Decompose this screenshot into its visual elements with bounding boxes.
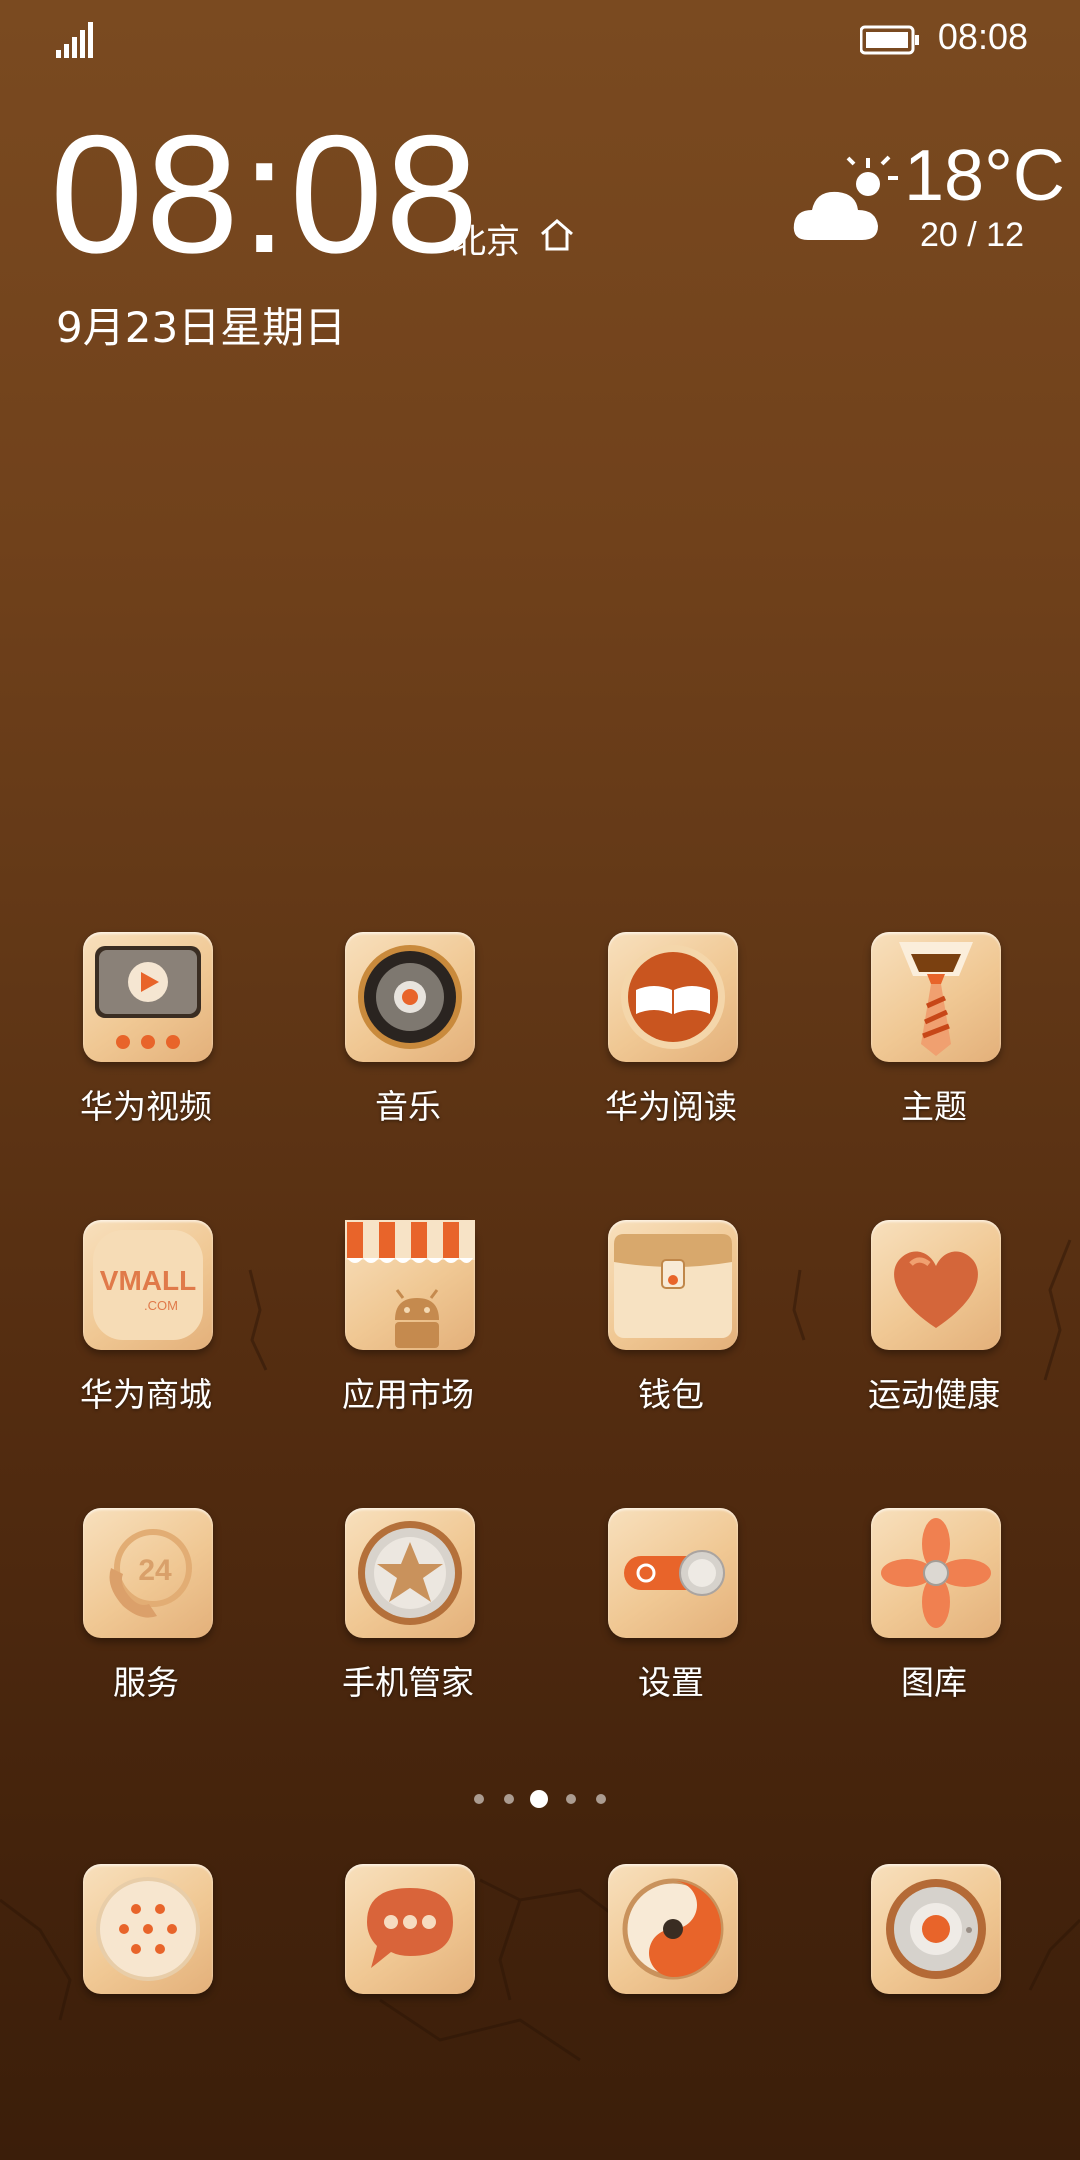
app-appgallery[interactable]: 应用市场 bbox=[308, 1220, 508, 1460]
dock-app-dialer[interactable] bbox=[46, 1864, 246, 2104]
page-dot-active[interactable] bbox=[530, 1790, 548, 1808]
app-label: 应用市场 bbox=[342, 1375, 474, 1414]
vmall-brand-text: VMALL bbox=[100, 1265, 196, 1296]
page-dot[interactable] bbox=[474, 1794, 484, 1804]
app-label: 华为阅读 bbox=[605, 1087, 737, 1126]
phone-manager-icon bbox=[358, 1521, 462, 1625]
app-label: 华为视频 bbox=[80, 1087, 212, 1126]
video-icon bbox=[95, 946, 201, 1049]
service-icon: 24 bbox=[109, 1529, 192, 1618]
app-settings[interactable]: 设置 bbox=[571, 1508, 771, 1748]
appstore-icon bbox=[345, 1220, 475, 1348]
dialer-icon bbox=[96, 1877, 200, 1981]
app-huawei-reading[interactable]: 华为阅读 bbox=[571, 932, 771, 1172]
music-icon bbox=[358, 945, 462, 1049]
status-bar: 08:08 bbox=[0, 0, 1080, 80]
app-music[interactable]: 音乐 bbox=[308, 932, 508, 1172]
page-dot[interactable] bbox=[504, 1794, 514, 1804]
book-icon bbox=[621, 945, 725, 1049]
app-label: 运动健康 bbox=[868, 1375, 1000, 1414]
vmall-domain-text: .COM bbox=[144, 1298, 178, 1313]
app-label: 钱包 bbox=[638, 1375, 704, 1414]
gallery-icon bbox=[881, 1518, 991, 1628]
browser-icon bbox=[622, 1878, 724, 1980]
app-label: 音乐 bbox=[375, 1087, 441, 1126]
heart-icon bbox=[894, 1251, 978, 1328]
page-dot[interactable] bbox=[566, 1794, 576, 1804]
dock-app-camera[interactable] bbox=[834, 1864, 1034, 2104]
vmall-icon: VMALL .COM bbox=[93, 1230, 203, 1340]
page-dot[interactable] bbox=[596, 1794, 606, 1804]
app-phone-manager[interactable]: 手机管家 bbox=[308, 1508, 508, 1748]
app-service[interactable]: 24 服务 bbox=[46, 1508, 246, 1748]
service-number: 24 bbox=[138, 1554, 172, 1587]
app-label: 服务 bbox=[113, 1663, 179, 1702]
app-health[interactable]: 运动健康 bbox=[834, 1220, 1034, 1460]
clock-widget-time[interactable]: 08:08 bbox=[50, 110, 480, 278]
theme-icon bbox=[899, 942, 973, 1056]
status-time: 08:08 bbox=[937, 16, 1028, 57]
app-label: 设置 bbox=[638, 1663, 704, 1702]
app-vmall[interactable]: VMALL .COM 华为商城 bbox=[46, 1220, 246, 1460]
weather-range: 20 / 12 bbox=[920, 216, 1024, 254]
clock-date: 9月23日星期日 bbox=[56, 303, 347, 352]
home-icon bbox=[541, 219, 573, 251]
app-label: 华为商城 bbox=[80, 1375, 212, 1414]
camera-icon bbox=[886, 1879, 986, 1979]
app-theme[interactable]: 主题 bbox=[834, 932, 1034, 1172]
app-wallet[interactable]: 钱包 bbox=[571, 1220, 771, 1460]
battery-icon bbox=[860, 25, 919, 55]
weather-temperature[interactable]: 18°C bbox=[904, 140, 1065, 212]
partly-cloudy-icon[interactable] bbox=[790, 150, 900, 250]
settings-icon bbox=[624, 1550, 725, 1596]
app-huawei-video[interactable]: 华为视频 bbox=[46, 932, 246, 1172]
messages-icon bbox=[367, 1888, 453, 1968]
app-gallery[interactable]: 图库 bbox=[834, 1508, 1034, 1748]
clock-city: 北京 bbox=[452, 222, 520, 262]
app-label: 手机管家 bbox=[342, 1663, 474, 1702]
page-indicator[interactable] bbox=[470, 1786, 610, 1810]
dock-app-browser[interactable] bbox=[571, 1864, 771, 2104]
wallet-icon bbox=[614, 1234, 732, 1338]
dock-app-messages[interactable] bbox=[308, 1864, 508, 2104]
app-label: 图库 bbox=[901, 1663, 967, 1702]
app-label: 主题 bbox=[901, 1087, 967, 1126]
signal-icon bbox=[56, 22, 93, 58]
